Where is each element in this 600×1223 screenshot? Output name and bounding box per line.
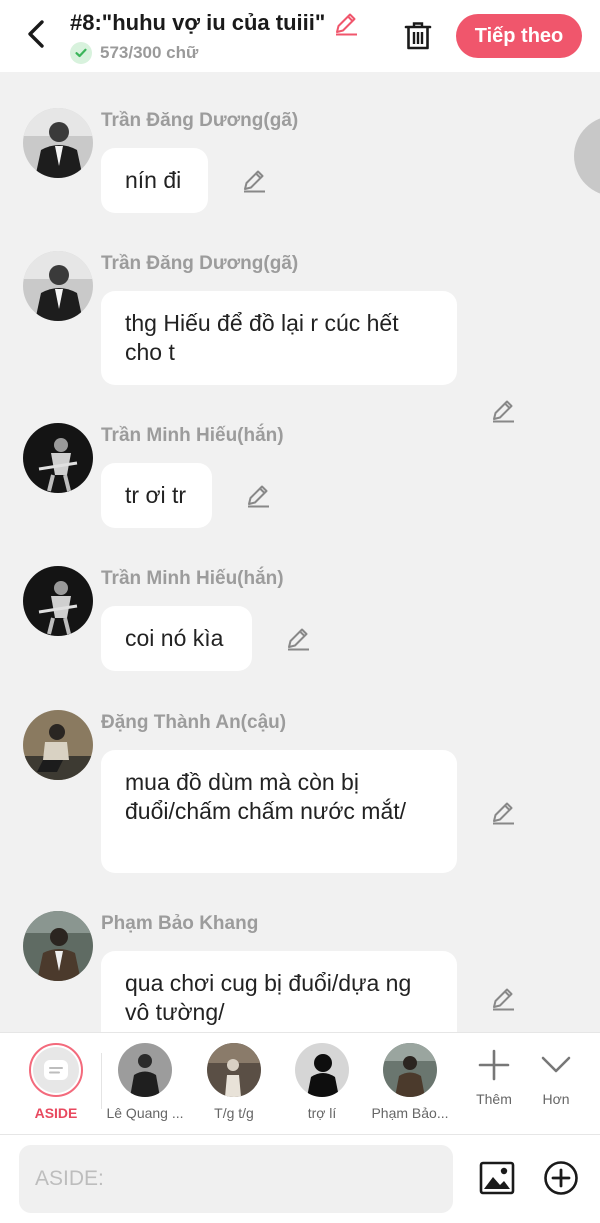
pencil-icon bbox=[336, 13, 358, 36]
edit-message-button[interactable] bbox=[489, 984, 517, 1012]
message-input[interactable] bbox=[19, 1145, 453, 1213]
character-bar: ASIDE Lê Quang ... T/g t/g trợ lí Phạm B… bbox=[0, 1032, 600, 1134]
message-author: Phạm Bảo Khang bbox=[101, 913, 259, 934]
top-bar: #8:"huhu vợ iu của tuiii" 573/300 chữ Ti… bbox=[0, 0, 600, 72]
avatar bbox=[383, 1043, 437, 1097]
pencil-icon bbox=[493, 988, 514, 1011]
add-button[interactable] bbox=[542, 1159, 580, 1197]
message-bubble[interactable]: thg Hiếu để đồ lại r cúc hết cho t bbox=[101, 291, 457, 385]
image-icon bbox=[479, 1161, 515, 1195]
message-bubble[interactable]: coi nó kìa bbox=[101, 606, 252, 671]
image-button[interactable] bbox=[478, 1159, 516, 1197]
word-count: 573/300 chữ bbox=[100, 43, 199, 62]
tool-label: Hơn bbox=[542, 1091, 570, 1107]
message-author: Trần Đăng Dương(gã) bbox=[101, 110, 299, 131]
pencil-icon bbox=[288, 628, 309, 651]
avatar-man-suit[interactable] bbox=[23, 108, 93, 178]
character-aside[interactable]: ASIDE bbox=[6, 1043, 106, 1121]
character-label: trợ lí bbox=[307, 1105, 337, 1121]
trash-icon bbox=[404, 22, 432, 50]
chat-area[interactable]: Trần Đăng Dương(gã) nín đi Trần Đăng Dươ… bbox=[0, 72, 600, 1032]
add-character-button[interactable]: Thêm bbox=[464, 1049, 524, 1107]
plus-icon bbox=[478, 1049, 510, 1081]
aside-avatar bbox=[29, 1043, 83, 1097]
chat-bubble-icon bbox=[44, 1060, 68, 1080]
message-bubble[interactable]: mua đồ dùm mà còn bị đuổi/chấm chấm nước… bbox=[101, 750, 457, 873]
input-row bbox=[0, 1134, 600, 1223]
character-label: Lê Quang ... bbox=[106, 1105, 184, 1121]
floating-assist-button[interactable] bbox=[574, 116, 600, 196]
pencil-icon bbox=[244, 170, 265, 193]
edit-message-button[interactable] bbox=[489, 798, 517, 826]
check-icon bbox=[70, 42, 92, 64]
message-author: Trần Minh Hiếu(hắn) bbox=[101, 568, 284, 589]
edit-message-button[interactable] bbox=[244, 481, 272, 509]
delete-button[interactable] bbox=[400, 18, 436, 54]
chevron-down-icon bbox=[541, 1056, 571, 1073]
message-bubble[interactable]: nín đi bbox=[101, 148, 208, 213]
word-count-row: 573/300 chữ bbox=[70, 42, 198, 64]
back-button[interactable] bbox=[20, 16, 52, 52]
avatar-man-jacket[interactable] bbox=[23, 911, 93, 981]
message-bubble[interactable]: qua chơi cug bị đuổi/dựa ng vô tường/ bbox=[101, 951, 457, 1032]
message-author: Trần Đăng Dương(gã) bbox=[101, 253, 299, 274]
avatar-guitarist[interactable] bbox=[23, 566, 93, 636]
pencil-icon bbox=[248, 485, 269, 508]
character-item[interactable]: T/g t/g bbox=[184, 1043, 284, 1121]
character-label: Phạm Bảo... bbox=[371, 1105, 449, 1121]
avatar bbox=[207, 1043, 261, 1097]
avatar-sitting-man[interactable] bbox=[23, 710, 93, 780]
title-row: #8:"huhu vợ iu của tuiii" bbox=[70, 10, 359, 36]
title-edit-button[interactable] bbox=[333, 10, 359, 36]
avatar bbox=[118, 1043, 172, 1097]
message-bubble[interactable]: tr ơi tr bbox=[101, 463, 212, 528]
character-label: T/g t/g bbox=[214, 1105, 254, 1121]
avatar-man-suit[interactable] bbox=[23, 251, 93, 321]
plus-circle-icon bbox=[544, 1161, 578, 1195]
edit-message-button[interactable] bbox=[489, 396, 517, 424]
tool-label: Thêm bbox=[476, 1091, 512, 1107]
edit-message-button[interactable] bbox=[284, 624, 312, 652]
avatar-guitarist[interactable] bbox=[23, 423, 93, 493]
avatar bbox=[295, 1043, 349, 1097]
character-item[interactable]: Lê Quang ... bbox=[95, 1043, 195, 1121]
message-author: Trần Minh Hiếu(hắn) bbox=[101, 425, 284, 446]
more-button[interactable]: Hơn bbox=[526, 1049, 586, 1107]
back-arrow-icon bbox=[28, 20, 44, 48]
character-item[interactable]: Phạm Bảo... bbox=[360, 1043, 460, 1121]
page-title: #8:"huhu vợ iu của tuiii" bbox=[70, 10, 326, 35]
next-button[interactable]: Tiếp theo bbox=[456, 14, 582, 58]
character-label: ASIDE bbox=[34, 1105, 78, 1121]
edit-message-button[interactable] bbox=[240, 166, 268, 194]
pencil-icon bbox=[493, 400, 514, 423]
message-author: Đặng Thành An(cậu) bbox=[101, 712, 287, 733]
character-item[interactable]: trợ lí bbox=[272, 1043, 372, 1121]
pencil-icon bbox=[493, 802, 514, 825]
